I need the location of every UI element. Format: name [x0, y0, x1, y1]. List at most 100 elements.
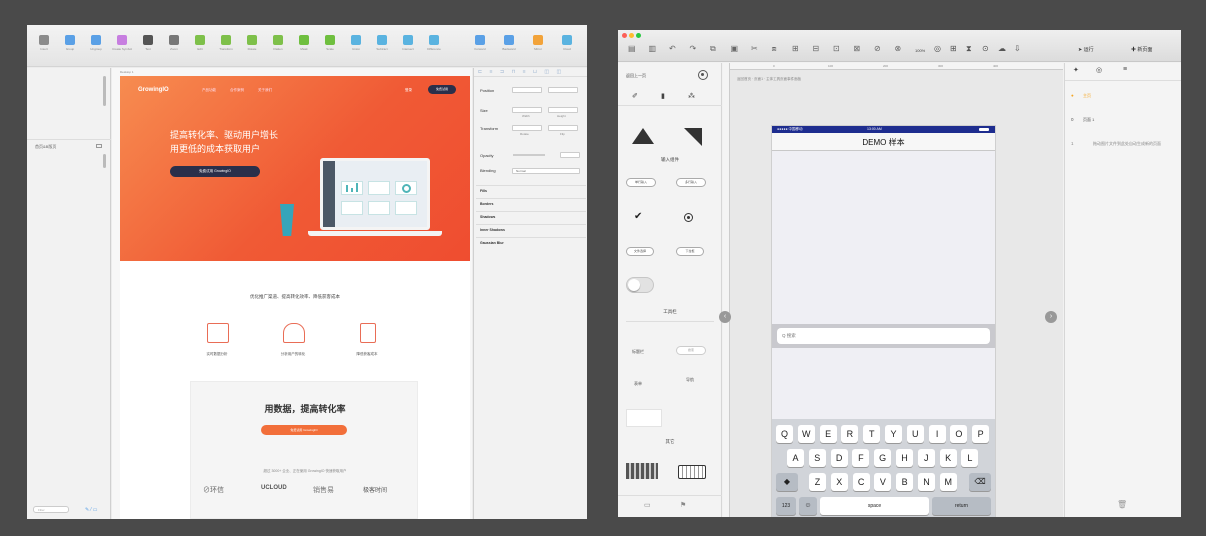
- canvas[interactable]: Desktop 1 GrowingIO 产品功能 合作案例 关于我们 登录 免费…: [112, 68, 472, 519]
- nav-link-2[interactable]: 合作案例: [230, 88, 244, 93]
- tool-icon-2[interactable]: ⧗: [966, 44, 972, 54]
- back-button[interactable]: 返回上一页: [626, 73, 646, 79]
- ungroup-icon[interactable]: ⊠: [854, 44, 861, 53]
- toolbar-zoom-button[interactable]: Zoom: [161, 35, 187, 57]
- opacity-row-field[interactable]: [560, 152, 580, 158]
- single-line-input-component[interactable]: 单行输入: [626, 178, 656, 187]
- key-v[interactable]: V: [874, 473, 892, 491]
- nav-component[interactable]: 导航: [686, 377, 694, 383]
- number-key[interactable]: 123: [776, 497, 796, 515]
- tool-icon-5[interactable]: ⇩: [1014, 44, 1021, 53]
- search-field[interactable]: Q 搜索: [777, 328, 990, 344]
- file-select-component[interactable]: 文件选择: [626, 247, 654, 256]
- tool-icon-0[interactable]: ◎: [934, 44, 941, 53]
- keyboard-component-icon[interactable]: [678, 465, 706, 479]
- next-page-arrow[interactable]: ›: [1045, 311, 1057, 323]
- toolbar-scale-button[interactable]: Scale: [317, 35, 343, 57]
- trash-tab-icon[interactable]: ▮: [661, 92, 665, 100]
- key-l[interactable]: L: [961, 449, 979, 467]
- clone-icon[interactable]: ⧈: [772, 44, 777, 54]
- nav-link-3[interactable]: 关于我们: [258, 88, 272, 93]
- key-e[interactable]: E: [819, 425, 837, 443]
- toolbar-backward-button[interactable]: Backward: [496, 35, 522, 57]
- key-g[interactable]: G: [874, 449, 892, 467]
- toolbar-rotate-button[interactable]: Rotate: [239, 35, 265, 57]
- edit-icon[interactable]: ✎ ⁄ ▭: [85, 507, 98, 513]
- key-i[interactable]: I: [928, 425, 946, 443]
- key-r[interactable]: R: [841, 425, 859, 443]
- run-button[interactable]: ➤ 运行: [1078, 46, 1094, 53]
- transform-row-field[interactable]: [512, 125, 542, 131]
- key-a[interactable]: A: [787, 449, 804, 467]
- proto-canvas[interactable]: 返回首页 · 页面1 · 主体工具页面事件面板 ●●●●● 中国移动 13:00…: [719, 63, 1063, 517]
- trash-icon[interactable]: 🗑: [1117, 500, 1127, 509]
- share-tab-icon[interactable]: ⁂: [688, 92, 695, 100]
- key-h[interactable]: H: [896, 449, 913, 467]
- key-t[interactable]: T: [863, 425, 881, 443]
- layers-scrollbar[interactable]: [103, 154, 106, 168]
- key-s[interactable]: S: [808, 449, 826, 467]
- key-w[interactable]: W: [797, 425, 815, 443]
- position-row-field[interactable]: [548, 87, 578, 93]
- lock-icon[interactable]: ⊘: [874, 44, 881, 53]
- radio-component-icon[interactable]: [684, 213, 693, 222]
- toggle-component[interactable]: [626, 277, 654, 293]
- align-icons[interactable]: ⊏ ≡ ⊐ ⊓ ≡ ⊔ ◫ ◫: [478, 69, 564, 75]
- blending-select[interactable]: Normal: [512, 168, 580, 174]
- size-row-field[interactable]: [512, 107, 542, 113]
- position-row-field[interactable]: [512, 87, 542, 93]
- nav-link-1[interactable]: 产品功能: [202, 88, 216, 93]
- toolbar-forward-button[interactable]: Forward: [467, 35, 493, 57]
- triangle-shape-icon[interactable]: [632, 128, 654, 144]
- artboard-item[interactable]: 首页&B版页: [35, 144, 56, 150]
- section-borders[interactable]: Borders: [476, 198, 586, 210]
- page-item[interactable]: 0 页面 1: [1065, 115, 1181, 135]
- layer-filter-input[interactable]: Filter: [33, 506, 69, 513]
- toolbar-ungroup-button[interactable]: Ungroup: [83, 35, 109, 57]
- section-fills[interactable]: Fills: [476, 185, 586, 197]
- key-p[interactable]: P: [972, 425, 990, 443]
- login-link[interactable]: 登录: [405, 88, 412, 93]
- key-z[interactable]: Z: [809, 473, 826, 491]
- button-component[interactable]: [626, 409, 662, 427]
- toolbar-text-button[interactable]: Text: [135, 35, 161, 57]
- title-bar-component[interactable]: 标题栏: [632, 349, 644, 355]
- key-y[interactable]: Y: [885, 425, 902, 443]
- layout-icon[interactable]: ▭: [644, 501, 651, 509]
- return-key[interactable]: return: [932, 497, 991, 515]
- toolbar-cloud-button[interactable]: Cloud: [554, 35, 580, 57]
- space-key[interactable]: space: [820, 497, 929, 515]
- search-component[interactable]: 搜索: [676, 346, 706, 355]
- page-item[interactable]: 1 拖动图片文件到此处自动生成新的页面: [1065, 139, 1181, 159]
- form-component[interactable]: 表单: [634, 381, 642, 387]
- toolbar-group-button[interactable]: Group: [57, 35, 83, 57]
- phone-screen[interactable]: ●●●●● 中国移动 13:00 AM DEMO 样本 Q 搜索 QWERTYU…: [771, 125, 996, 517]
- zoom-window-icon[interactable]: [636, 33, 641, 38]
- size-row-field[interactable]: [548, 107, 578, 113]
- hero-cta-button[interactable]: 免费试用 GrowingIO: [170, 166, 260, 177]
- menu-icon[interactable]: ▤: [628, 44, 636, 53]
- key-u[interactable]: U: [906, 425, 924, 443]
- section-shadows[interactable]: Shadows: [476, 211, 586, 223]
- minimize-window-icon[interactable]: [629, 33, 634, 38]
- undo-icon[interactable]: ↶: [669, 44, 676, 53]
- trash-icon[interactable]: ⊗: [895, 44, 902, 53]
- toolbar-insert-button[interactable]: Insert: [31, 35, 57, 57]
- pages-scrollbar[interactable]: [103, 76, 106, 106]
- tool-icon-4[interactable]: ☁: [998, 44, 1006, 53]
- tool-icon-1[interactable]: ⊞: [950, 44, 957, 53]
- toolbar-mirror-button[interactable]: Mirror: [525, 35, 551, 57]
- toolbar-transform-button[interactable]: Transform: [213, 35, 239, 57]
- key-m[interactable]: M: [939, 473, 957, 491]
- pin-icon[interactable]: ✦: [1073, 66, 1079, 74]
- backspace-key-icon[interactable]: ⌫: [969, 473, 991, 491]
- new-page-button[interactable]: ✚ 新页面: [1131, 46, 1152, 53]
- nav-trial-button[interactable]: 免费试用: [428, 85, 456, 94]
- zoom-level[interactable]: 100%: [915, 48, 925, 53]
- pointer-tab-icon[interactable]: ✐: [632, 92, 638, 100]
- section-inner-shadows[interactable]: Inner Shadows: [476, 224, 586, 236]
- multi-line-input-component[interactable]: 多行输入: [676, 178, 706, 187]
- corner-shape-icon[interactable]: [684, 128, 702, 146]
- align-icon[interactable]: ⊞: [792, 44, 799, 53]
- key-f[interactable]: F: [852, 449, 870, 467]
